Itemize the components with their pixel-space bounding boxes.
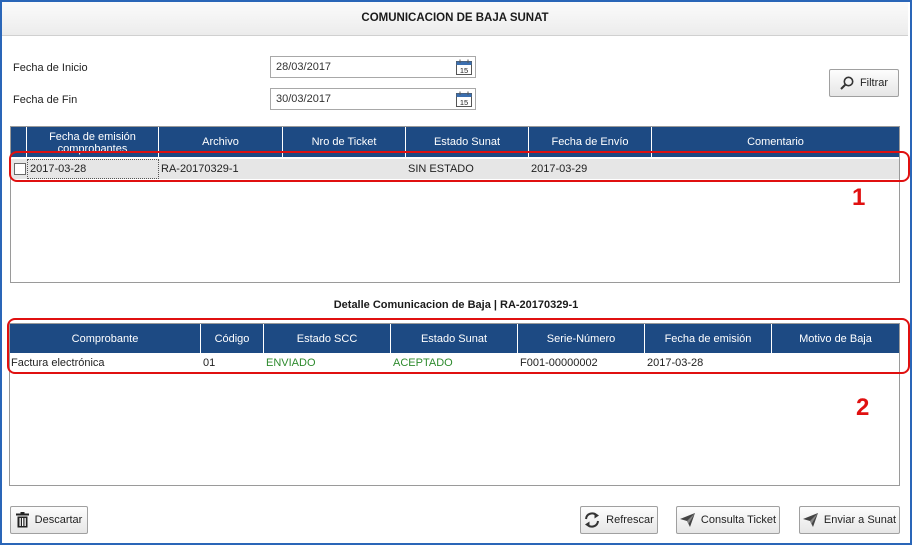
discard-button[interactable]: Descartar xyxy=(10,506,88,534)
send-icon xyxy=(802,513,818,527)
annotation-marker-1: 1 xyxy=(852,184,866,211)
filter-button[interactable]: Filtrar xyxy=(829,69,899,97)
consulta-ticket-button[interactable]: Consulta Ticket xyxy=(676,506,780,534)
calendar-icon[interactable]: 15 xyxy=(456,91,472,107)
annotation-box-1 xyxy=(9,151,910,182)
refresh-icon xyxy=(585,512,600,528)
svg-text:15: 15 xyxy=(460,66,468,75)
discard-button-label: Descartar xyxy=(34,514,83,526)
detail-title: Detalle Comunicacion de Baja | RA-201703… xyxy=(333,299,579,311)
start-date-field[interactable]: 28/03/2017 15 xyxy=(270,56,476,78)
annotation-box-2 xyxy=(7,318,910,374)
filter-button-label: Filtrar xyxy=(859,77,889,89)
end-date-field[interactable]: 30/03/2017 15 xyxy=(270,88,476,110)
refresh-button[interactable]: Refrescar xyxy=(580,506,658,534)
consulta-ticket-button-label: Consulta Ticket xyxy=(700,514,777,526)
refresh-button-label: Refrescar xyxy=(606,514,654,526)
send-sunat-button-label: Enviar a Sunat xyxy=(823,514,897,526)
start-date-label: Fecha de Inicio xyxy=(13,62,88,74)
window-title: COMUNICACION DE BAJA SUNAT xyxy=(2,2,908,36)
svg-text:15: 15 xyxy=(460,98,468,107)
send-sunat-button[interactable]: Enviar a Sunat xyxy=(799,506,900,534)
end-date-value: 30/03/2017 xyxy=(276,93,332,105)
start-date-value: 28/03/2017 xyxy=(276,61,332,73)
search-icon xyxy=(840,76,854,90)
calendar-icon[interactable]: 15 xyxy=(456,59,472,75)
send-icon xyxy=(679,513,695,527)
trash-icon xyxy=(15,512,29,528)
bajas-grid[interactable]: Fecha de emisión comprobantes Archivo Nr… xyxy=(10,126,900,283)
end-date-label: Fecha de Fin xyxy=(13,94,78,106)
annotation-marker-2: 2 xyxy=(856,394,870,421)
